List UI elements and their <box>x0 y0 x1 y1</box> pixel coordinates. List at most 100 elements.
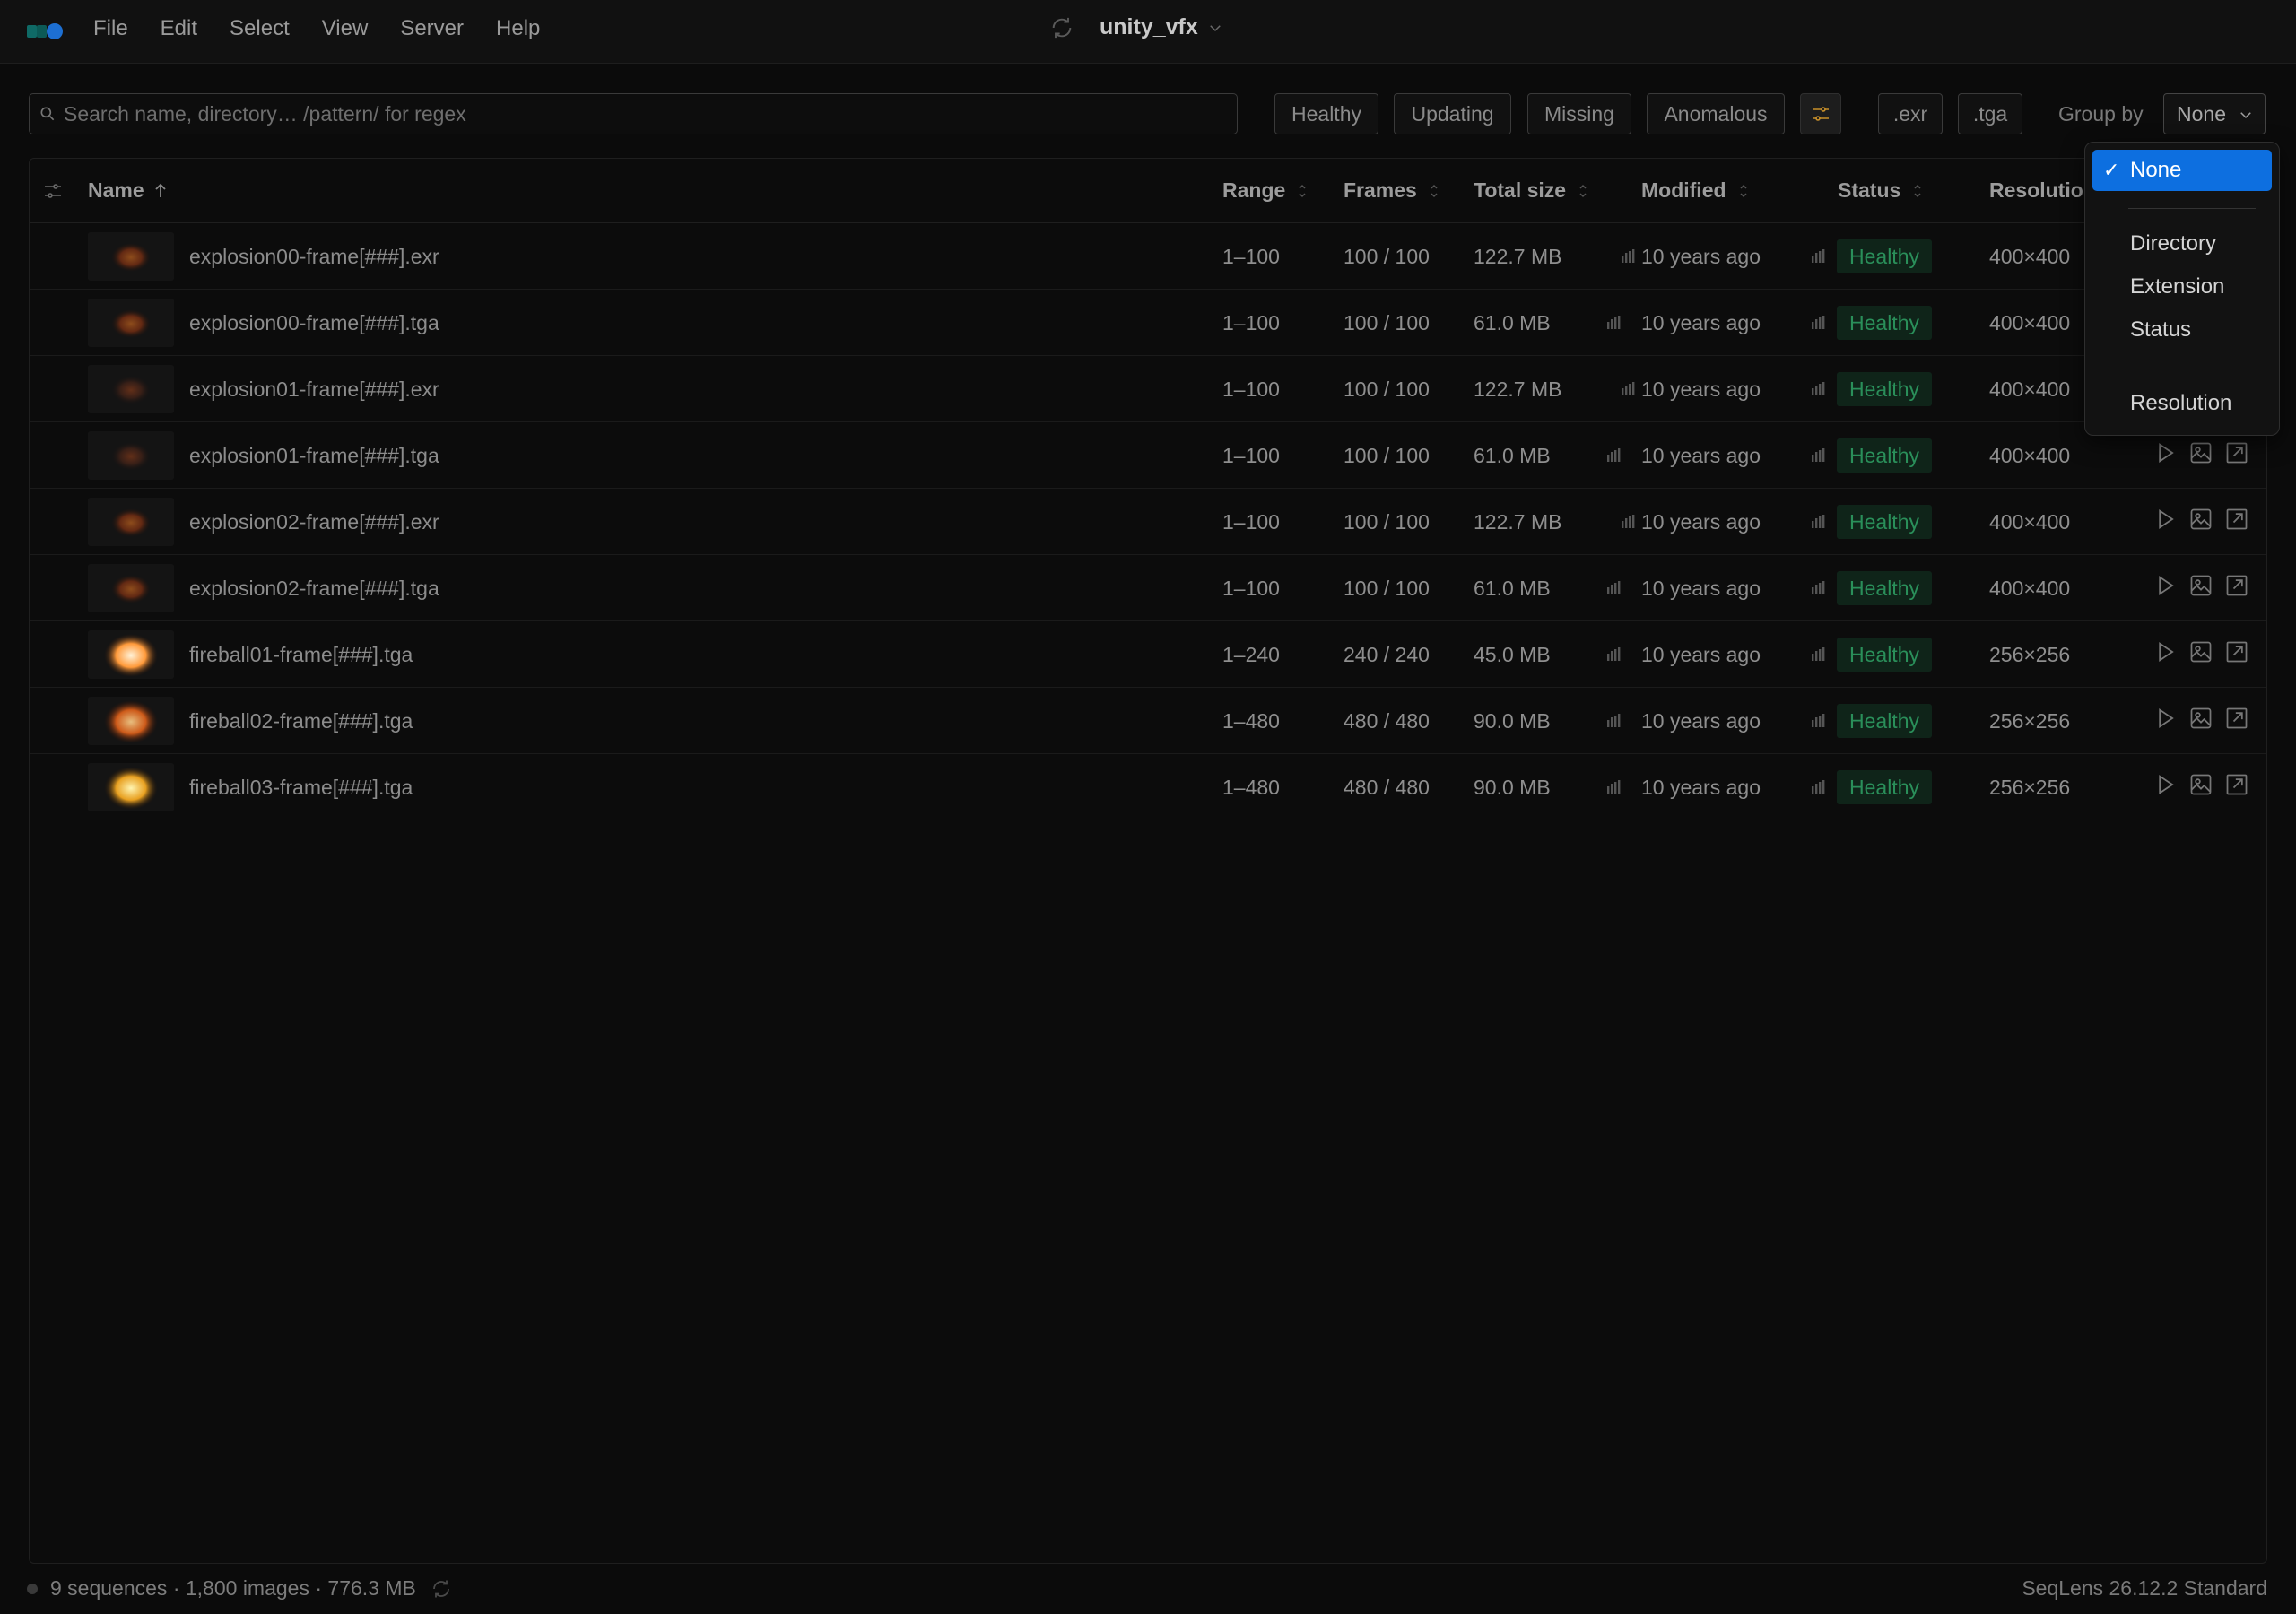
group-by-option-directory[interactable]: Directory <box>2092 223 2272 265</box>
image-icon[interactable] <box>2188 772 2213 797</box>
table-row[interactable]: explosion00-frame[###].exr 1–100 100 / 100… <box>30 223 2266 290</box>
frame-count: 100 / 100 <box>1344 245 1430 268</box>
status-badge: Healthy <box>1837 505 1932 539</box>
advanced-filter-button[interactable] <box>1800 93 1841 134</box>
play-icon[interactable] <box>2152 507 2178 532</box>
sync-icon[interactable] <box>1049 15 1074 40</box>
frame-count: 100 / 100 <box>1344 510 1430 534</box>
bar-chart-icon[interactable] <box>1810 711 1828 729</box>
column-header-resolution[interactable]: Resolutio <box>1989 178 2083 203</box>
menu-file[interactable]: File <box>93 16 128 41</box>
resolution: 400×400 <box>1989 377 2071 401</box>
filter-anomalous-button[interactable]: Anomalous <box>1647 93 1785 134</box>
bar-chart-icon[interactable] <box>1620 379 1638 397</box>
group-by-select[interactable]: None <box>2163 93 2266 134</box>
column-header-frames[interactable]: Frames <box>1344 178 1440 203</box>
menu-server[interactable]: Server <box>400 16 464 41</box>
column-header-modified[interactable]: Modified <box>1641 178 1750 203</box>
sort-icon <box>1299 184 1306 197</box>
group-by-label: Group by <box>2058 102 2144 126</box>
total-size: 90.0 MB <box>1474 776 1551 799</box>
open-external-icon[interactable] <box>2224 639 2249 664</box>
bar-chart-icon[interactable] <box>1605 446 1623 464</box>
bar-chart-icon[interactable] <box>1810 247 1828 265</box>
bar-chart-icon[interactable] <box>1605 578 1623 596</box>
frame-range: 1–100 <box>1222 444 1280 467</box>
bar-chart-icon[interactable] <box>1605 313 1623 331</box>
bar-chart-icon[interactable] <box>1810 777 1828 795</box>
refresh-icon[interactable] <box>430 1578 452 1600</box>
frame-count: 100 / 100 <box>1344 311 1430 334</box>
menu-select[interactable]: Select <box>230 16 290 41</box>
bar-chart-icon[interactable] <box>1605 777 1623 795</box>
bar-chart-icon[interactable] <box>1810 446 1828 464</box>
group-by-option-extension[interactable]: Extension <box>2092 266 2272 308</box>
table-row[interactable]: fireball01-frame[###].tga 1–240 240 / 240 4… <box>30 621 2266 688</box>
column-settings-icon[interactable] <box>42 180 64 202</box>
table-row[interactable]: fireball02-frame[###].tga 1–480 480 / 480 9… <box>30 688 2266 754</box>
filter-healthy-button[interactable]: Healthy <box>1274 93 1378 134</box>
open-external-icon[interactable] <box>2224 440 2249 465</box>
bar-chart-icon[interactable] <box>1810 379 1828 397</box>
open-external-icon[interactable] <box>2224 772 2249 797</box>
menu-edit[interactable]: Edit <box>161 16 197 41</box>
play-icon[interactable] <box>2152 639 2178 664</box>
play-icon[interactable] <box>2152 573 2178 598</box>
sort-icon <box>1740 184 1747 197</box>
modified-time: 10 years ago <box>1641 311 1761 334</box>
open-external-icon[interactable] <box>2224 507 2249 532</box>
table-row[interactable]: explosion01-frame[###].exr 1–100 100 / 100… <box>30 356 2266 422</box>
check-icon: ✓ <box>2103 159 2120 181</box>
table-row[interactable]: explosion00-frame[###].tga 1–100 100 / 100… <box>30 290 2266 356</box>
bar-chart-icon[interactable] <box>1605 645 1623 663</box>
open-external-icon[interactable] <box>2224 573 2249 598</box>
table-row[interactable]: fireball03-frame[###].tga 1–480 480 / 480 9… <box>30 754 2266 820</box>
bar-chart-icon[interactable] <box>1620 512 1638 530</box>
column-header-name[interactable]: Name <box>88 178 168 203</box>
image-icon[interactable] <box>2188 639 2213 664</box>
play-icon[interactable] <box>2152 440 2178 465</box>
table-row[interactable]: explosion02-frame[###].tga 1–100 100 / 100… <box>30 555 2266 621</box>
sort-ascending-icon <box>155 183 166 197</box>
column-header-total-size[interactable]: Total size <box>1474 178 1589 203</box>
frame-count: 240 / 240 <box>1344 643 1430 666</box>
status-badge: Healthy <box>1837 638 1932 672</box>
image-icon[interactable] <box>2188 440 2213 465</box>
bar-chart-icon[interactable] <box>1605 711 1623 729</box>
column-header-range[interactable]: Range <box>1222 178 1309 203</box>
play-icon[interactable] <box>2152 772 2178 797</box>
filter-tga-button[interactable]: .tga <box>1958 93 2022 134</box>
project-switcher[interactable]: unity_vfx <box>1049 14 1223 40</box>
filter-missing-button[interactable]: Missing <box>1527 93 1631 134</box>
project-title: unity_vfx <box>1100 14 1198 39</box>
group-by-option-none[interactable]: ✓ None <box>2092 150 2272 191</box>
table-row[interactable]: explosion02-frame[###].exr 1–100 100 / 100… <box>30 489 2266 555</box>
sort-icon <box>1431 184 1438 197</box>
group-by-option-resolution[interactable]: Resolution <box>2092 383 2272 424</box>
group-by-option-status[interactable]: Status <box>2092 309 2272 351</box>
menu-help[interactable]: Help <box>496 16 540 41</box>
image-icon[interactable] <box>2188 507 2213 532</box>
bar-chart-icon[interactable] <box>1810 313 1828 331</box>
image-icon[interactable] <box>2188 573 2213 598</box>
status-badge: Healthy <box>1837 306 1932 340</box>
bar-chart-icon[interactable] <box>1620 247 1638 265</box>
search-input[interactable] <box>64 94 1221 134</box>
open-external-icon[interactable] <box>2224 706 2249 731</box>
bar-chart-icon[interactable] <box>1810 578 1828 596</box>
bar-chart-icon[interactable] <box>1810 512 1828 530</box>
menu-view[interactable]: View <box>322 16 369 41</box>
table-row[interactable]: explosion01-frame[###].tga 1–100 100 / 100… <box>30 422 2266 489</box>
column-header-status[interactable]: Status <box>1838 178 1924 203</box>
filter-updating-button[interactable]: Updating <box>1394 93 1511 134</box>
play-icon[interactable] <box>2152 706 2178 731</box>
group-by-value: None <box>2177 102 2226 126</box>
resolution: 400×400 <box>1989 245 2071 268</box>
image-icon[interactable] <box>2188 706 2213 731</box>
frame-count: 100 / 100 <box>1344 444 1430 467</box>
status-badge: Healthy <box>1837 372 1932 406</box>
sequence-name: explosion00-frame[###].exr <box>189 245 439 268</box>
filter-exr-button[interactable]: .exr <box>1878 93 1943 134</box>
sequence-name: fireball01-frame[###].tga <box>189 643 413 666</box>
bar-chart-icon[interactable] <box>1810 645 1828 663</box>
